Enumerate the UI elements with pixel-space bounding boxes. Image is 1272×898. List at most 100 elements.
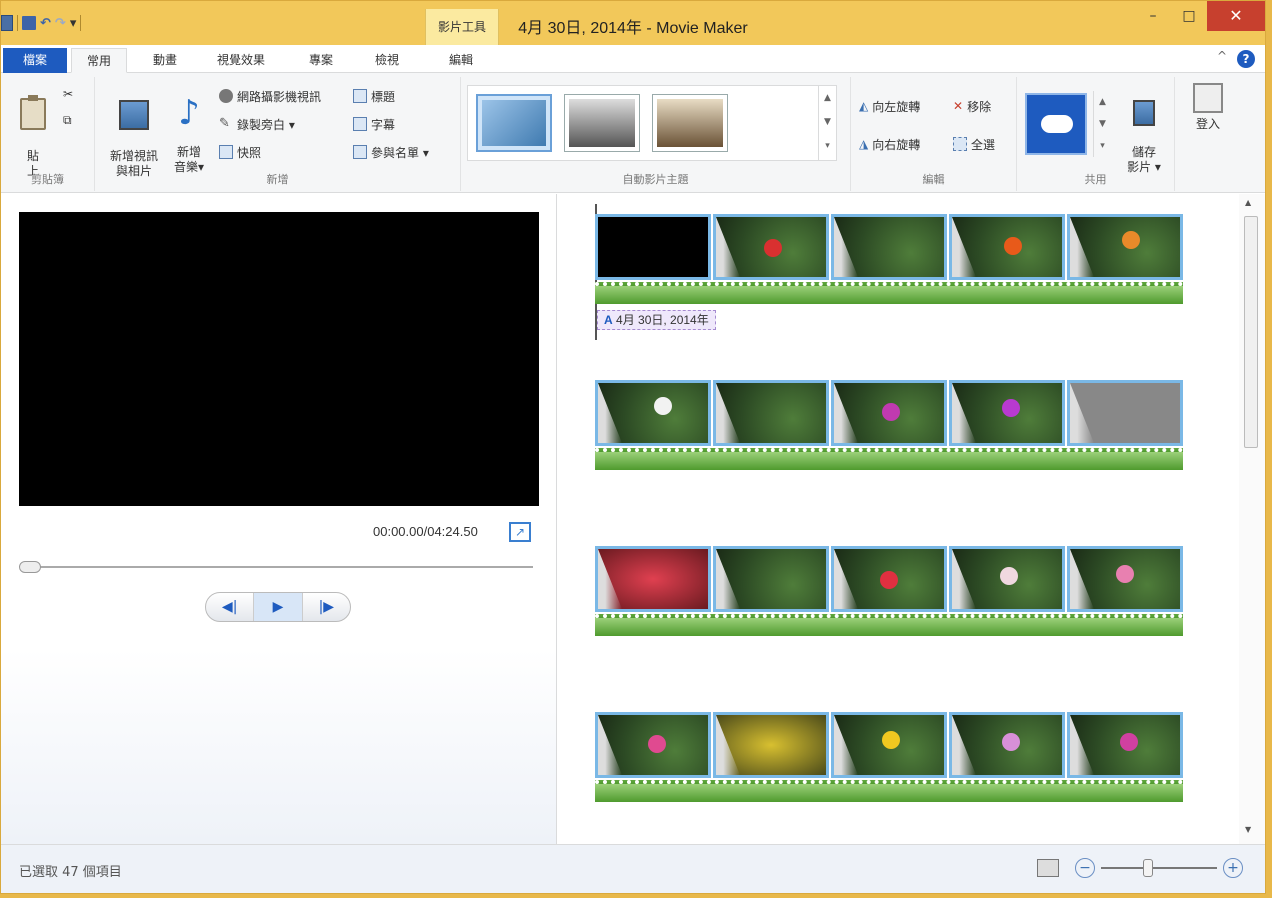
gallery-up-icon[interactable]: ▲ (819, 86, 836, 110)
minimize-button[interactable]: – (1135, 1, 1171, 31)
clip-thumbnail[interactable] (713, 546, 829, 612)
clip-thumbnail[interactable] (595, 380, 711, 446)
zoom-in-button[interactable]: + (1223, 858, 1243, 878)
share-down-icon[interactable]: ▼ (1094, 113, 1111, 135)
maximize-button[interactable]: □ (1171, 1, 1207, 31)
credits-icon (353, 145, 367, 159)
share-more-icon[interactable]: ▾ (1094, 135, 1111, 157)
snapshot-button[interactable]: 快照 (219, 143, 261, 161)
tab-visual-effects[interactable]: 視覺效果 (201, 48, 281, 73)
add-music-label: 新增 音樂▾ (173, 145, 205, 174)
record-narration-button[interactable]: ✎ 錄製旁白 ▾ (219, 115, 295, 133)
title-button[interactable]: 標題 (353, 87, 395, 105)
zoom-slider[interactable] (1101, 859, 1217, 877)
clip-thumbnail[interactable] (831, 380, 947, 446)
music-track[interactable] (595, 780, 1183, 802)
storyboard-row-4 (595, 712, 1183, 804)
help-icon[interactable]: ? (1237, 50, 1255, 68)
previous-frame-button[interactable]: ◀| (206, 593, 253, 621)
clip-thumbnail[interactable] (1067, 380, 1183, 446)
seek-thumb[interactable] (19, 561, 41, 573)
tab-file[interactable]: 檔案 (3, 48, 67, 73)
scrollbar-thumb[interactable] (1244, 216, 1258, 448)
tab-edit[interactable]: 編輯 (433, 48, 489, 73)
onedrive-share-button[interactable] (1025, 93, 1087, 155)
tab-view[interactable]: 檢視 (359, 48, 415, 73)
group-label-add: 新增 (266, 173, 289, 186)
music-track[interactable] (595, 282, 1183, 304)
zoom-slider-knob[interactable] (1143, 859, 1154, 877)
clip-thumbnail[interactable] (949, 214, 1065, 280)
clip-thumbnail[interactable] (831, 214, 947, 280)
select-all-button[interactable]: 全選 (953, 135, 995, 153)
clip-thumbnail[interactable] (595, 712, 711, 778)
timecode: 00:00.00/04:24.50 (373, 524, 478, 539)
clip-thumbnail[interactable] (595, 546, 711, 612)
clip-thumbnail[interactable] (949, 712, 1065, 778)
zoom-out-button[interactable]: − (1075, 858, 1095, 878)
tab-project[interactable]: 專案 (293, 48, 349, 73)
remove-button[interactable]: ✕ 移除 (953, 97, 991, 115)
clip-thumbnail[interactable] (831, 712, 947, 778)
clip-thumbnail[interactable] (1067, 712, 1183, 778)
scroll-down-icon[interactable]: ▼ (1245, 825, 1251, 834)
storyboard-row-2 (595, 380, 1183, 472)
scroll-up-icon[interactable]: ▲ (1245, 198, 1251, 207)
thumbnail-size-icon[interactable] (1037, 859, 1059, 877)
rotate-left-button[interactable]: ◭ 向左旋轉 (859, 97, 920, 115)
add-music-button[interactable]: ♪ 新增 音樂▾ (169, 81, 209, 175)
theme-sepia[interactable] (652, 94, 728, 152)
title-label: 標題 (371, 89, 396, 104)
rotate-left-icon: ◭ (859, 99, 869, 113)
add-videos-photos-button[interactable]: 新增視訊 與相片 (101, 85, 167, 179)
group-label-clipboard: 剪貼簿 (31, 173, 64, 186)
tab-home[interactable]: 常用 (71, 48, 127, 73)
paste-button[interactable]: 貼 上 (15, 83, 51, 179)
clip-black-title[interactable] (595, 214, 711, 280)
next-frame-button[interactable]: |▶ (303, 593, 350, 621)
video-preview[interactable] (19, 212, 539, 506)
copy-icon: ⧉ (63, 112, 72, 127)
webcam-video-button[interactable]: 網路攝影機視訊 (219, 87, 321, 105)
clip-thumbnail[interactable] (713, 214, 829, 280)
gallery-down-icon[interactable]: ▼ (819, 110, 836, 134)
clip-thumbnail[interactable] (713, 380, 829, 446)
fullscreen-icon[interactable]: ↗ (509, 522, 531, 542)
close-button[interactable]: ✕ (1207, 1, 1265, 31)
share-gallery-scroll[interactable]: ▲ ▼ ▾ (1093, 91, 1111, 157)
caption-button[interactable]: 字幕 (353, 115, 395, 133)
clip-thumbnail[interactable] (1067, 214, 1183, 280)
play-button[interactable]: ▶ (253, 593, 303, 621)
clip-thumbnail[interactable] (713, 712, 829, 778)
clip-thumbnail[interactable] (1067, 546, 1183, 612)
collapse-ribbon-icon[interactable]: ^ (1217, 49, 1227, 63)
clip-thumbnail[interactable] (831, 546, 947, 612)
caption-icon (353, 117, 367, 131)
clip-thumbnail[interactable] (949, 546, 1065, 612)
save-movie-icon (1133, 100, 1155, 126)
storyboard-row-3 (595, 546, 1183, 638)
gallery-more-icon[interactable]: ▾ (819, 134, 836, 158)
copy-button[interactable]: ⧉ (63, 111, 72, 129)
share-up-icon[interactable]: ▲ (1094, 91, 1111, 113)
tab-animations[interactable]: 動畫 (137, 48, 193, 73)
caption-item[interactable]: A 4月 30日, 2014年 (597, 310, 716, 330)
seek-track[interactable] (21, 566, 533, 568)
rotate-right-button[interactable]: ◮ 向右旋轉 (859, 135, 920, 153)
credits-button[interactable]: 參與名單 ▾ (353, 143, 429, 161)
group-sign-in: 登入 (1175, 77, 1241, 191)
theme-black-white[interactable] (564, 94, 640, 152)
ribbon: 貼 上 ✂ ⧉ 剪貼簿 新增視訊 與相片 ♪ 新增 音樂▾ 網路攝影機視訊 ✎ 錄… (1, 73, 1265, 193)
music-track[interactable] (595, 614, 1183, 636)
clip-thumbnail[interactable] (949, 380, 1065, 446)
theme-gallery: ▲ ▼ ▾ (467, 85, 837, 161)
storyboard-scrollbar[interactable]: ▲ ▼ (1239, 194, 1265, 844)
sign-in-button[interactable]: 登入 (1185, 83, 1231, 132)
music-track[interactable] (595, 448, 1183, 470)
status-bar: 已選取 47 個項目 − + (1, 844, 1265, 893)
theme-default[interactable] (476, 94, 552, 152)
playback-controls: ◀| ▶ |▶ (205, 592, 351, 622)
cut-button[interactable]: ✂ (63, 85, 73, 103)
save-movie-button[interactable]: 儲存 影片 ▾ (1121, 85, 1167, 175)
theme-gallery-scroll[interactable]: ▲ ▼ ▾ (818, 86, 836, 160)
